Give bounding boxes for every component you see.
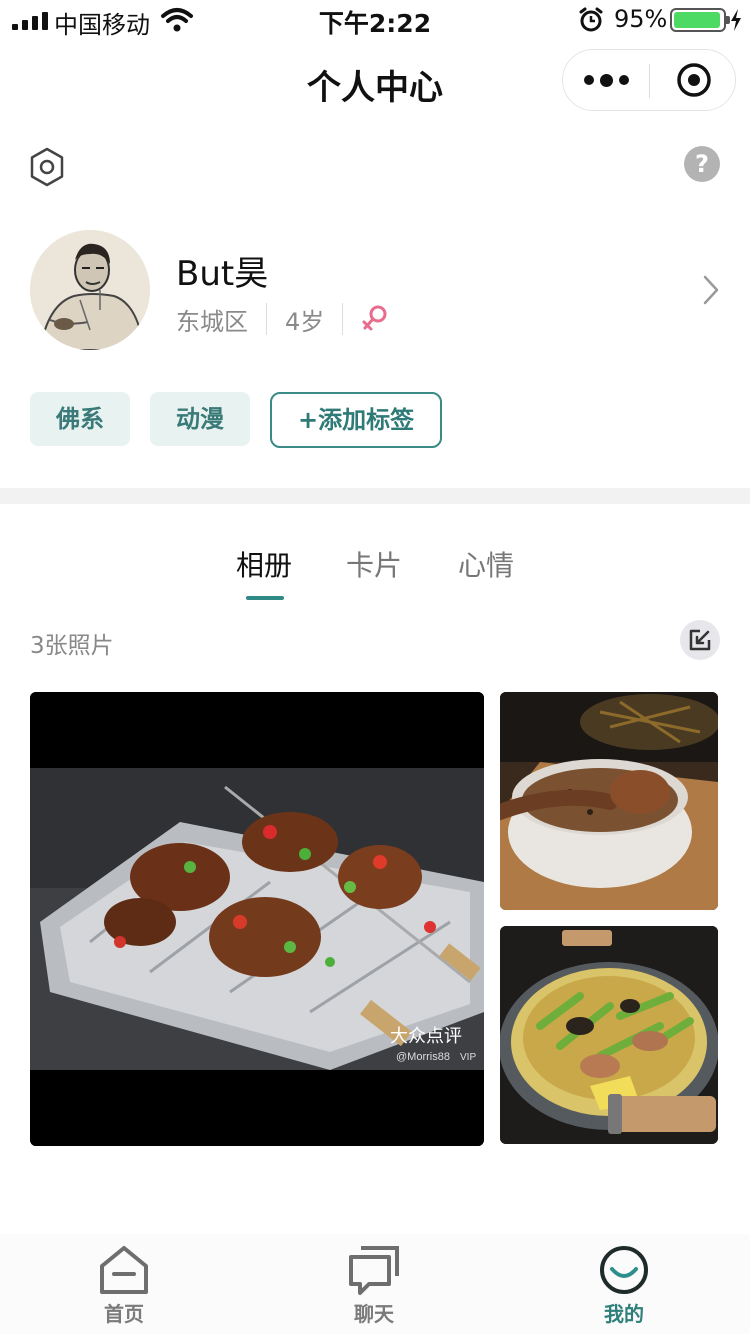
content-tabs: 相册 卡片 心情 (0, 544, 750, 604)
alarm-icon (579, 7, 603, 32)
photo-watermark-badge: VIP (460, 1052, 476, 1063)
edit-icon (689, 629, 711, 651)
help-icon[interactable]: ? (684, 146, 720, 182)
chat-icon (349, 1246, 399, 1295)
status-bar: 中国移动 下午2:22 95% (0, 0, 750, 40)
profile-icon (600, 1246, 648, 1294)
tab-bar-item-mine[interactable]: 我的 (564, 1244, 684, 1327)
user-name: But昊 (176, 254, 269, 294)
tag-list: 佛系 动漫 +添加标签 (30, 392, 443, 448)
active-tab-indicator (246, 596, 284, 600)
target-close-icon (676, 63, 711, 97)
photo-count: 3张照片 (30, 633, 114, 659)
tab-bar-item-home[interactable]: 首页 (64, 1244, 184, 1327)
album-photo[interactable] (500, 926, 718, 1144)
add-tag-button[interactable]: +添加标签 (270, 392, 443, 448)
section-divider (0, 488, 750, 504)
tab-bar-label: 首页 (104, 1302, 144, 1326)
photo-watermark: 大众点评 (390, 1026, 462, 1046)
nav-bar: 个人中心 (0, 40, 750, 128)
battery-icon (670, 8, 730, 32)
close-mini-program-button[interactable] (650, 50, 737, 110)
tag-item[interactable]: 动漫 (150, 392, 250, 446)
tab-cards[interactable]: 卡片 (334, 544, 414, 584)
album-photo[interactable]: 大众点评 @Morris88 VIP (30, 692, 484, 1146)
photo-watermark-user: @Morris88 (396, 1051, 450, 1063)
more-options-button[interactable] (563, 50, 650, 110)
mini-program-capsule (562, 49, 736, 111)
user-age: 4岁 (285, 307, 325, 336)
tab-bar-label: 聊天 (354, 1302, 394, 1326)
settings-icon[interactable] (28, 146, 66, 188)
tab-mood[interactable]: 心情 (446, 544, 526, 584)
meta-divider (342, 303, 344, 335)
bottom-tab-bar: 首页 聊天 我的 (0, 1234, 750, 1334)
charging-bolt-icon (731, 9, 741, 31)
female-gender-icon (362, 305, 387, 331)
edit-album-button[interactable] (680, 620, 720, 660)
home-icon (100, 1246, 148, 1294)
tab-bar-label: 我的 (604, 1302, 644, 1326)
avatar[interactable] (30, 230, 150, 350)
chevron-right-icon[interactable] (700, 273, 722, 307)
tab-album[interactable]: 相册 (224, 544, 304, 584)
tab-bar-item-chat[interactable]: 聊天 (314, 1244, 434, 1327)
album-photo[interactable] (500, 692, 718, 910)
meta-divider (266, 303, 267, 335)
user-district: 东城区 (176, 307, 248, 336)
tag-item[interactable]: 佛系 (30, 392, 130, 446)
user-meta: 东城区 4岁 (176, 302, 389, 336)
battery-percentage: 95% (614, 5, 668, 33)
